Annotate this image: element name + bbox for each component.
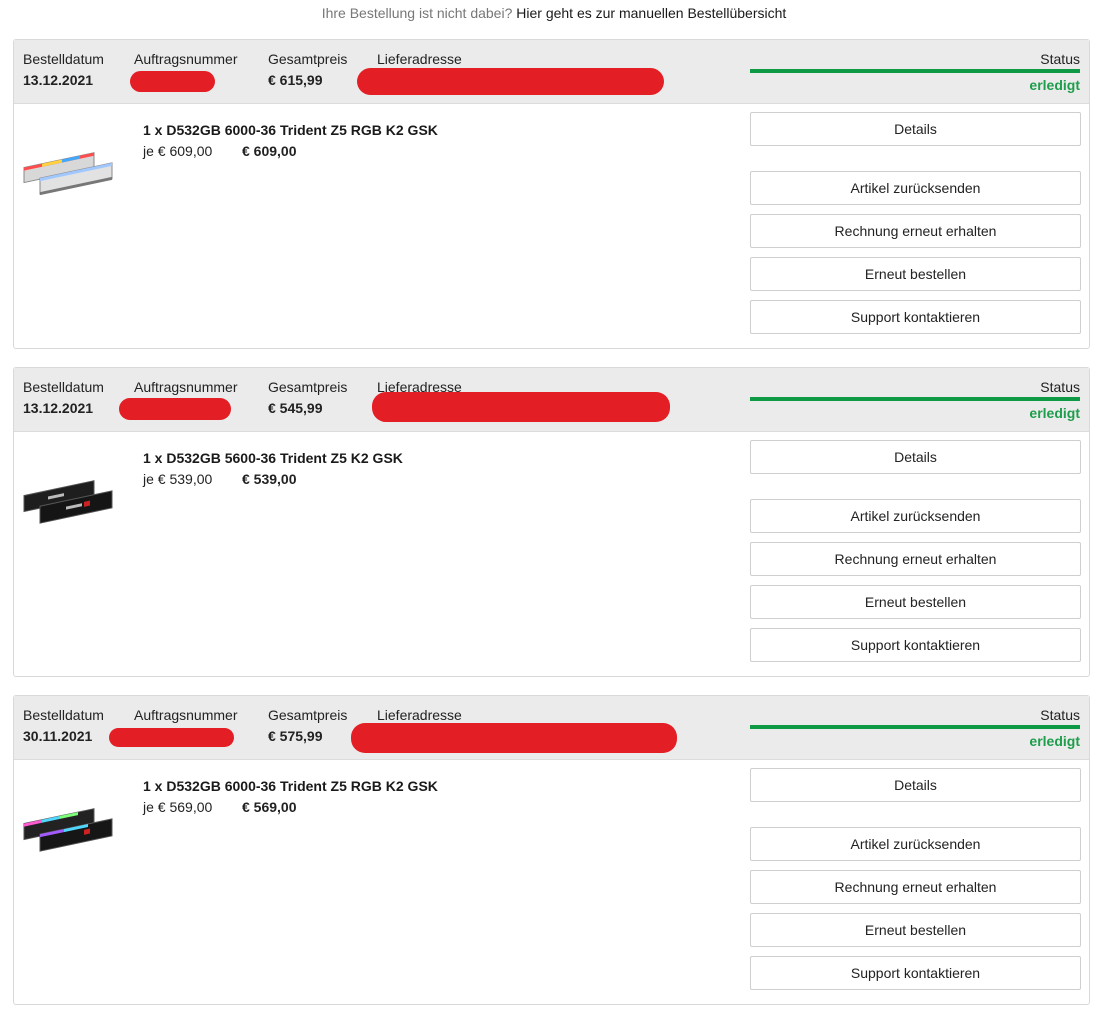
reorder-button[interactable]: Erneut bestellen	[750, 585, 1081, 619]
order-header: Bestelldatum 30.11.2021 Auftragsnummer G…	[14, 696, 1089, 760]
total-price-label: Gesamtpreis	[268, 379, 348, 395]
total-price-label: Gesamtpreis	[268, 51, 348, 67]
order-date-label: Bestelldatum	[23, 51, 104, 67]
order-date: 13.12.2021	[23, 400, 94, 416]
status-value: erledigt	[1029, 77, 1080, 93]
reorder-button[interactable]: Erneut bestellen	[750, 257, 1081, 291]
status-label: Status	[1040, 707, 1080, 723]
status-value: erledigt	[1029, 733, 1080, 749]
redacted-delivery-address	[351, 723, 677, 753]
unit-price: je € 569,00	[143, 799, 213, 815]
redacted-order-number	[130, 71, 215, 92]
order-date: 30.11.2021	[23, 728, 93, 744]
status-progress-bar	[750, 69, 1080, 73]
line-total: € 539,00	[242, 471, 297, 487]
status-label: Status	[1040, 51, 1080, 67]
status-progress-fill	[750, 725, 1080, 729]
unit-price: je € 539,00	[143, 471, 213, 487]
resend-invoice-button[interactable]: Rechnung erneut erhalten	[750, 214, 1081, 248]
status-value: erledigt	[1029, 405, 1080, 421]
line-total: € 569,00	[242, 799, 297, 815]
details-button[interactable]: Details	[750, 440, 1081, 474]
order-number-label: Auftragsnummer	[134, 707, 238, 723]
total-price-label: Gesamtpreis	[268, 707, 348, 723]
return-items-button[interactable]: Artikel zurücksenden	[750, 827, 1081, 861]
status-progress-bar	[750, 725, 1080, 729]
status-progress-bar	[750, 397, 1080, 401]
redacted-delivery-address	[357, 68, 664, 95]
status-label: Status	[1040, 379, 1080, 395]
order-header: Bestelldatum 13.12.2021 Auftragsnummer G…	[14, 368, 1089, 432]
contact-support-button[interactable]: Support kontaktieren	[750, 628, 1081, 662]
order-date-label: Bestelldatum	[23, 379, 104, 395]
manual-order-overview-note: Ihre Bestellung ist nicht dabei? Hier ge…	[0, 5, 1108, 21]
total-price: € 615,99	[268, 72, 323, 88]
delivery-address-label: Lieferadresse	[377, 707, 462, 723]
contact-support-button[interactable]: Support kontaktieren	[750, 300, 1081, 334]
resend-invoice-button[interactable]: Rechnung erneut erhalten	[750, 542, 1081, 576]
missing-order-text: Ihre Bestellung ist nicht dabei?	[321, 5, 513, 21]
order-card: Bestelldatum 30.11.2021 Auftragsnummer G…	[13, 695, 1090, 1005]
reorder-button[interactable]: Erneut bestellen	[750, 913, 1081, 947]
unit-price: je € 609,00	[143, 143, 213, 159]
redacted-order-number	[109, 728, 234, 747]
status-progress-fill	[750, 69, 1080, 73]
product-image-ram-kit	[23, 152, 113, 196]
return-items-button[interactable]: Artikel zurücksenden	[750, 171, 1081, 205]
return-items-button[interactable]: Artikel zurücksenden	[750, 499, 1081, 533]
resend-invoice-button[interactable]: Rechnung erneut erhalten	[750, 870, 1081, 904]
details-button[interactable]: Details	[750, 768, 1081, 802]
product-name[interactable]: 1 x D532GB 6000-36 Trident Z5 RGB K2 GSK	[143, 122, 438, 138]
redacted-delivery-address	[372, 392, 670, 422]
order-card: Bestelldatum 13.12.2021 Auftragsnummer G…	[13, 367, 1090, 677]
order-number-label: Auftragsnummer	[134, 379, 238, 395]
status-progress-fill	[750, 397, 1080, 401]
line-total: € 609,00	[242, 143, 297, 159]
manual-order-overview-link[interactable]: Hier geht es zur manuellen Bestellübersi…	[516, 5, 786, 21]
total-price: € 545,99	[268, 400, 323, 416]
details-button[interactable]: Details	[750, 112, 1081, 146]
order-date-label: Bestelldatum	[23, 707, 104, 723]
delivery-address-label: Lieferadresse	[377, 51, 462, 67]
total-price: € 575,99	[268, 728, 323, 744]
product-name[interactable]: 1 x D532GB 6000-36 Trident Z5 RGB K2 GSK	[143, 778, 438, 794]
order-card: Bestelldatum 13.12.2021 Auftragsnummer G…	[13, 39, 1090, 349]
order-number-label: Auftragsnummer	[134, 51, 238, 67]
product-image-ram-kit	[23, 808, 113, 852]
product-image-ram-kit	[23, 480, 113, 524]
order-header: Bestelldatum 13.12.2021 Auftragsnummer G…	[14, 40, 1089, 104]
contact-support-button[interactable]: Support kontaktieren	[750, 956, 1081, 990]
redacted-order-number	[119, 398, 231, 420]
order-date: 13.12.2021	[23, 72, 94, 88]
product-name[interactable]: 1 x D532GB 5600-36 Trident Z5 K2 GSK	[143, 450, 403, 466]
